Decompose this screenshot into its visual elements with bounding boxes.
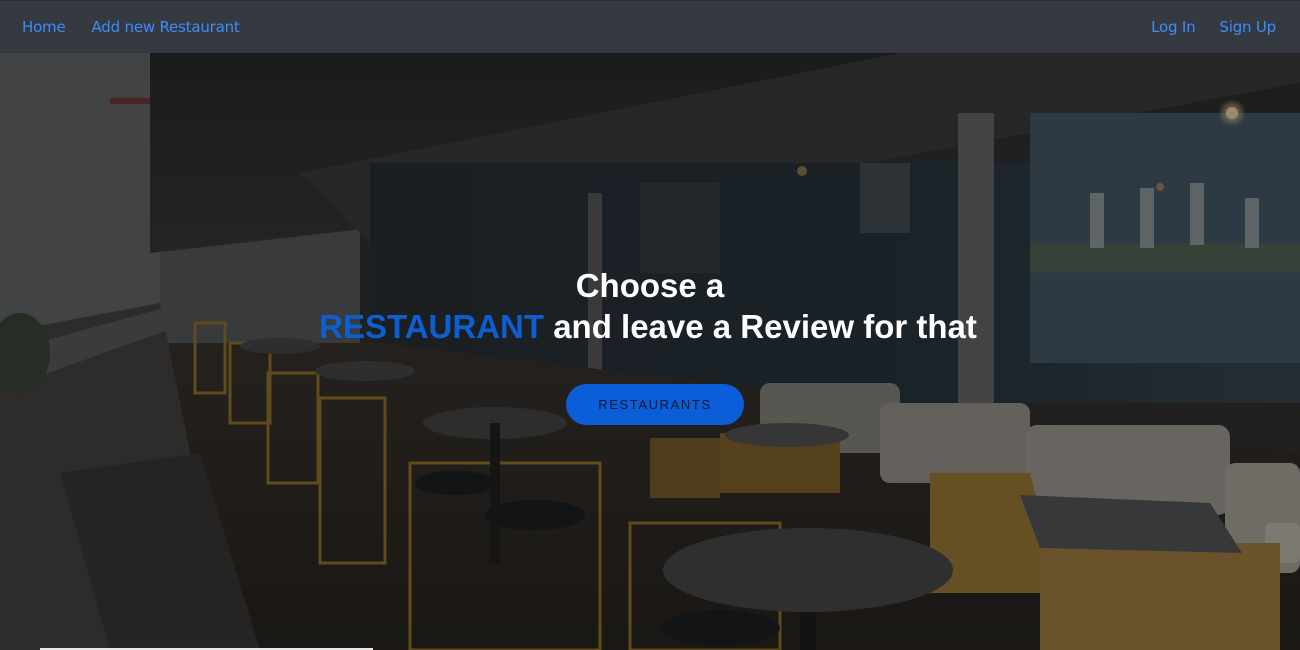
hero-headline-line2: RESTAURANT and leave a Review for that [0,306,1300,348]
hero-accent-word: RESTAURANT [319,308,545,345]
top-navbar: Home Add new Restaurant Log In Sign Up [0,0,1300,53]
hero-section: Choose a RESTAURANT and leave a Review f… [0,53,1300,650]
nav-login-link[interactable]: Log In [1143,18,1203,36]
nav-right-group: Log In Sign Up [1143,18,1284,36]
nav-left-group: Home Add new Restaurant [14,18,248,36]
hero-content: Choose a RESTAURANT and leave a Review f… [0,266,1300,425]
nav-signup-link[interactable]: Sign Up [1211,18,1284,36]
hero-headline-rest: and leave a Review for that [544,308,977,345]
nav-home-link[interactable]: Home [14,18,74,36]
nav-add-restaurant-link[interactable]: Add new Restaurant [84,18,248,36]
hero-headline-line1: Choose a [575,267,725,304]
restaurants-button[interactable]: RESTAURANTS [566,384,744,425]
